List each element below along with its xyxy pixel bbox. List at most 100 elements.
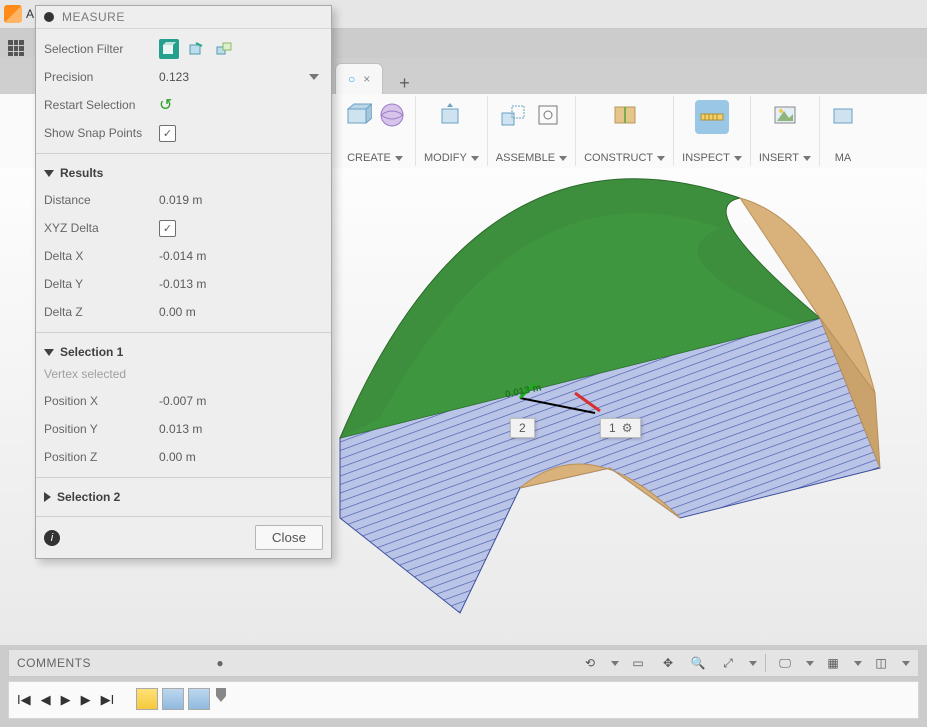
filter-component-icon[interactable]: [214, 39, 234, 59]
close-tab-icon[interactable]: ×: [363, 72, 370, 86]
comments-label[interactable]: COMMENTS: [17, 656, 91, 670]
timeline-end-button[interactable]: ▶I: [101, 692, 115, 708]
precision-value: 0.123: [159, 70, 189, 84]
delta-y-label: Delta Y: [44, 277, 159, 291]
timeline-prev-button[interactable]: ◀: [41, 692, 51, 708]
pos-x-value: -0.007 m: [159, 394, 323, 408]
show-snap-checkbox[interactable]: ✓: [159, 125, 176, 142]
orbit-icon[interactable]: ⟲: [579, 653, 601, 673]
timeline-next-button[interactable]: ▶: [81, 692, 91, 708]
ribbon-assemble[interactable]: ASSEMBLE: [488, 96, 576, 166]
fusion-logo-icon: [4, 5, 22, 23]
timeline-start-button[interactable]: I◀: [17, 692, 31, 708]
timeline-play-button[interactable]: ▶: [61, 692, 71, 708]
ribbon-create[interactable]: CREATE: [335, 96, 416, 166]
grid-settings-icon[interactable]: ▦: [822, 653, 844, 673]
panel-titlebar[interactable]: MEASURE: [36, 6, 331, 29]
data-panel-button[interactable]: [8, 34, 24, 56]
make-icon[interactable]: [828, 100, 858, 130]
display-settings-icon[interactable]: 🖵: [774, 653, 796, 673]
delta-x-value: -0.014 m: [159, 249, 323, 263]
measure-point-2[interactable]: 2: [510, 418, 535, 438]
navigation-toolbar: ⟲ ▭ ✥ 🔍 ⤢ 🖵 ▦ ◫: [579, 653, 910, 673]
ribbon-label: ASSEMBLE: [496, 152, 555, 164]
measure-icon[interactable]: [695, 100, 729, 134]
timeline-feature-icon[interactable]: [188, 688, 210, 710]
pos-y-label: Position Y: [44, 422, 159, 436]
gear-icon[interactable]: ⚙: [622, 421, 633, 435]
precision-select[interactable]: 0.123: [159, 70, 323, 84]
delta-z-label: Delta Z: [44, 305, 159, 319]
ribbon-label: MODIFY: [424, 152, 467, 164]
pan-icon[interactable]: ✥: [657, 653, 679, 673]
model-3d: 2 1 ⚙ 0.013 m: [320, 168, 927, 645]
chevron-right-icon: [44, 492, 51, 502]
selection2-header[interactable]: Selection 2: [44, 484, 323, 510]
unsaved-dot-icon: ○: [348, 72, 355, 86]
ribbon-modify[interactable]: MODIFY: [416, 96, 488, 166]
marker-label: 2: [519, 421, 526, 435]
pos-y-value: 0.013 m: [159, 422, 323, 436]
chevron-down-icon: [749, 661, 757, 666]
ribbon-label: INSERT: [759, 152, 799, 164]
close-button[interactable]: Close: [255, 525, 323, 550]
construct-plane-icon[interactable]: [610, 100, 640, 130]
filter-face-icon[interactable]: [186, 39, 206, 59]
ribbon-make[interactable]: MA: [820, 96, 866, 166]
pos-x-label: Position X: [44, 394, 159, 408]
ribbon-label: CREATE: [347, 152, 391, 164]
xyz-delta-checkbox[interactable]: ✓: [159, 220, 176, 237]
joint-icon[interactable]: [533, 100, 563, 130]
info-icon[interactable]: i: [44, 530, 60, 546]
xyz-delta-label: XYZ Delta: [44, 221, 159, 235]
chevron-down-icon: [395, 156, 403, 161]
panel-pin-icon[interactable]: [44, 12, 54, 22]
zoom-icon[interactable]: 🔍: [687, 653, 709, 673]
timeline: I◀ ◀ ▶ ▶ ▶I: [8, 681, 919, 719]
app-letter: A: [26, 7, 34, 21]
chevron-down-icon: [471, 156, 479, 161]
measure-panel: MEASURE Selection Filter Pre: [35, 5, 332, 559]
show-snap-label: Show Snap Points: [44, 126, 159, 140]
chevron-down-icon: [803, 156, 811, 161]
chevron-down-icon: [657, 156, 665, 161]
timeline-extrude-icon[interactable]: [162, 688, 184, 710]
box-primitive-icon[interactable]: [343, 100, 373, 130]
distance-value: 0.019 m: [159, 193, 323, 207]
fit-icon[interactable]: ⤢: [717, 653, 739, 673]
chevron-down-icon: [44, 170, 54, 177]
chevron-down-icon: [902, 661, 910, 666]
timeline-sketch-icon[interactable]: [136, 688, 158, 710]
ribbon-label: MA: [835, 152, 852, 164]
delta-y-value: -0.013 m: [159, 277, 323, 291]
timeline-playhead-icon[interactable]: [214, 688, 228, 713]
lookat-icon[interactable]: ▭: [627, 653, 649, 673]
ribbon-insert[interactable]: INSERT: [751, 96, 820, 166]
insert-decal-icon[interactable]: [770, 100, 800, 130]
chevron-down-icon: [559, 156, 567, 161]
selection-filter-label: Selection Filter: [44, 42, 159, 56]
add-comment-icon[interactable]: ●: [216, 656, 223, 670]
restart-selection-icon[interactable]: ↺: [159, 97, 172, 114]
grid-icon: [8, 40, 24, 56]
pos-z-value: 0.00 m: [159, 450, 323, 464]
selection1-header[interactable]: Selection 1: [44, 339, 323, 365]
chevron-down-icon: [734, 156, 742, 161]
assemble-icon[interactable]: [499, 100, 529, 130]
viewports-icon[interactable]: ◫: [870, 653, 892, 673]
modify-icon[interactable]: [436, 100, 466, 130]
filter-body-icon[interactable]: [159, 39, 179, 59]
vertex-note: Vertex selected: [44, 365, 323, 387]
new-tab-button[interactable]: +: [383, 73, 426, 94]
sphere-primitive-icon[interactable]: [377, 100, 407, 130]
measure-point-1[interactable]: 1 ⚙: [600, 418, 641, 438]
results-header[interactable]: Results: [44, 160, 323, 186]
precision-row[interactable]: Precision 0.123: [44, 63, 323, 91]
ribbon-inspect[interactable]: INSPECT: [674, 96, 751, 166]
selection1-label: Selection 1: [60, 345, 123, 359]
ribbon-construct[interactable]: CONSTRUCT: [576, 96, 674, 166]
document-tab[interactable]: ○ ×: [335, 63, 383, 94]
ribbon-label: CONSTRUCT: [584, 152, 653, 164]
chevron-down-icon: [611, 661, 619, 666]
chevron-down-icon: [854, 661, 862, 666]
